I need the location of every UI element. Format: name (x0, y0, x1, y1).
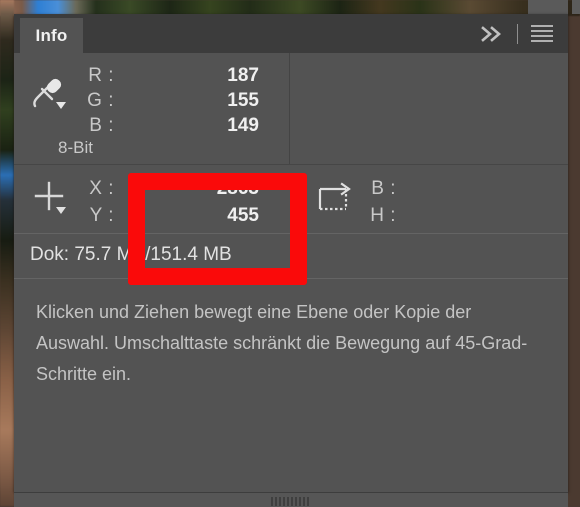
background-swatch-two (572, 0, 580, 14)
chevron-double-right-icon[interactable] (475, 14, 509, 53)
header-divider (517, 23, 518, 44)
position-values: 2863 455 (169, 175, 259, 229)
dimension-labels: B : H : (356, 175, 396, 229)
screenshot-root: Info R: G: B: 187 155 149 8-Bit X: Y… (0, 0, 580, 507)
cmyk-readout-group: C : M : Y : K : 10% 44% 27% 1% 8-Bit (291, 53, 568, 164)
value-r: 187 (227, 65, 259, 86)
label-height: H : (370, 205, 396, 226)
panel-header-controls (475, 14, 558, 53)
background-swatch-one (528, 0, 568, 14)
label-g: G : (87, 90, 114, 111)
label-b: B : (89, 115, 114, 136)
photo-background-left-strip (0, 0, 14, 506)
position-size-row: X : Y : 2863 455 B : H : (14, 165, 568, 233)
resize-grip-icon[interactable] (271, 497, 309, 506)
rgb-labels: R : G : B : (74, 63, 114, 138)
document-size-text: Dok: 75.7 MB/151.4 MB (30, 244, 232, 265)
info-panel-header: Info (14, 14, 568, 53)
value-g: 155 (227, 90, 259, 111)
color-readout-row: R : G : B : 187 155 149 8-Bit (14, 53, 568, 164)
rgb-values: 187 155 149 (174, 63, 259, 138)
document-size-row: Dok: 75.7 MB/151.4 MB (14, 234, 568, 278)
tab-info[interactable]: Info (20, 18, 83, 53)
value-x: 2863 (216, 178, 259, 199)
tab-info-label: Info (35, 25, 68, 45)
value-b: 149 (227, 115, 259, 136)
selection-size-icon[interactable] (314, 181, 358, 217)
crosshair-icon[interactable] (34, 181, 74, 217)
label-x: X : (89, 178, 114, 199)
label-width: B : (371, 178, 396, 199)
rgb-readout-group: R : G : B : 187 155 149 8-Bit (14, 53, 291, 164)
label-r: R : (88, 65, 114, 86)
info-panel: Info R: G: B: 187 155 149 8-Bit X: Y… (14, 14, 568, 492)
hamburger-menu-icon[interactable] (526, 14, 558, 53)
label-y: Y : (89, 205, 114, 226)
eyedropper-icon[interactable] (28, 75, 70, 115)
status-hint-text: Klicken und Ziehen bewegt eine Ebene ode… (36, 302, 528, 384)
value-y: 455 (227, 205, 259, 226)
position-labels: X : Y : (74, 175, 114, 229)
status-hint-row: Klicken und Ziehen bewegt eine Ebene ode… (14, 279, 568, 400)
rgb-bit-depth: 8-Bit (58, 138, 93, 157)
